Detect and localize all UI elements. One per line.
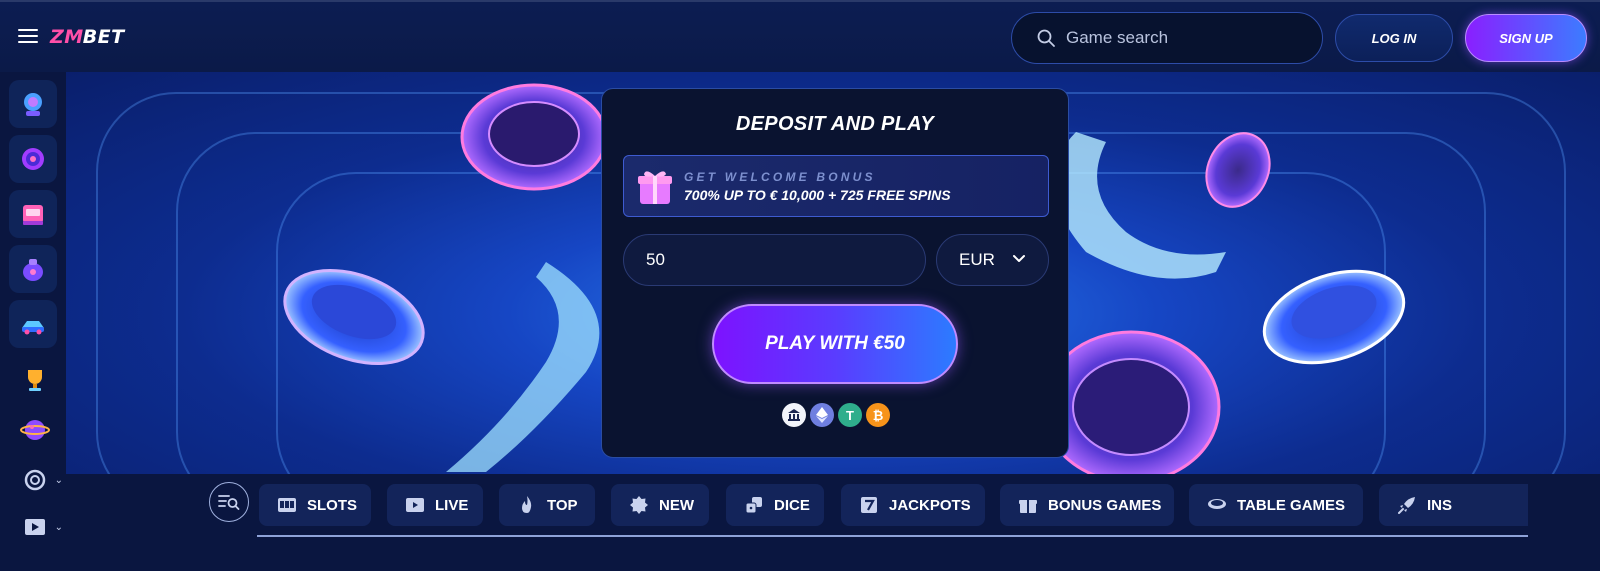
tab-top[interactable]: TOP (499, 484, 595, 526)
live-icon (406, 498, 424, 512)
filter-search-icon[interactable] (209, 482, 249, 522)
tab-ins[interactable]: INS (1379, 484, 1528, 526)
login-button[interactable]: LOG IN (1335, 14, 1453, 62)
tab-label: TABLE GAMES (1237, 496, 1346, 514)
payment-methods: T ₿ (780, 403, 892, 427)
settings-wheel-icon[interactable]: ⌄ (17, 462, 63, 498)
play-video-icon[interactable]: ⌄ (17, 509, 63, 545)
ethereum-icon (810, 403, 834, 427)
dice-icon (745, 497, 762, 514)
logo[interactable]: ZM BET (50, 25, 125, 49)
money-bag-icon[interactable] (9, 245, 57, 293)
bank-icon (782, 403, 806, 427)
play-button[interactable]: PLAY WITH €50 (712, 304, 958, 384)
new-badge-icon (630, 496, 648, 514)
welcome-bonus-banner[interactable]: GET WELCOME BONUS 700% UP TO € 10,000 + … (623, 155, 1049, 217)
tab-bonus-games[interactable]: BONUS GAMES (1000, 484, 1174, 526)
bonus-offer: 700% UP TO € 10,000 + 725 FREE SPINS (684, 187, 951, 203)
signup-button[interactable]: SIGN UP (1465, 14, 1587, 62)
tab-label: DICE (774, 496, 810, 514)
top-bar: ZM BET LOG IN SIGN UP (0, 0, 1600, 72)
menu-icon[interactable] (18, 28, 38, 44)
logo-text: BET (82, 26, 125, 48)
tether-icon: T (838, 403, 862, 427)
deposit-title: DEPOSIT AND PLAY (735, 113, 935, 135)
bitcoin-icon: ₿ (866, 403, 890, 427)
gift-icon (1019, 500, 1037, 513)
tab-label: TOP (547, 496, 578, 514)
currency-value: EUR (959, 250, 995, 269)
tab-table-games[interactable]: TABLE GAMES (1189, 484, 1363, 526)
bonus-label: GET WELCOME BONUS (684, 170, 876, 184)
tab-live[interactable]: LIVE (387, 484, 483, 526)
chevron-down-icon: ⌄ (54, 475, 63, 486)
search-box[interactable] (1011, 12, 1323, 64)
rocket-icon (1398, 497, 1415, 514)
logo-mark: ZM (50, 26, 84, 48)
currency-select[interactable]: EUR (936, 234, 1049, 286)
sidebar: ⌄ ⌄ (0, 72, 66, 571)
amount-field[interactable] (623, 234, 926, 286)
slot-machine-icon[interactable] (9, 190, 57, 238)
tab-label: LIVE (435, 496, 469, 514)
category-bar: SLOTS LIVE TOP NEW DICE JACKPOTS BONUS G… (66, 474, 1600, 571)
crystal-ball-icon[interactable] (9, 80, 57, 128)
tab-new[interactable]: NEW (611, 484, 709, 526)
tab-label: JACKPOTS (889, 496, 971, 514)
gift-icon (638, 171, 672, 204)
tab-label: SLOTS (307, 496, 358, 514)
category-tabs: SLOTS LIVE TOP NEW DICE JACKPOTS BONUS G… (259, 484, 1528, 526)
flame-icon (522, 496, 532, 513)
trophy-icon[interactable] (17, 362, 53, 398)
tab-jackpots[interactable]: JACKPOTS (841, 484, 985, 526)
chevron-down-icon: ⌄ (54, 522, 63, 533)
amount-input[interactable] (646, 250, 896, 270)
slots-icon (278, 498, 296, 512)
tab-dice[interactable]: DICE (726, 484, 824, 526)
chevron-down-icon (1013, 255, 1025, 262)
deposit-card: DEPOSIT AND PLAY GET WELCOME BONUS 700% … (601, 88, 1069, 458)
search-icon (1037, 29, 1055, 47)
seven-icon (861, 497, 877, 513)
tab-label: INS (1427, 496, 1453, 514)
table-icon (1208, 499, 1226, 509)
planet-icon[interactable] (17, 412, 53, 448)
target-icon[interactable] (9, 135, 57, 183)
tab-slots[interactable]: SLOTS (259, 484, 371, 526)
tab-label: NEW (659, 496, 694, 514)
search-input[interactable] (1066, 28, 1306, 48)
tab-label: BONUS GAMES (1048, 496, 1162, 514)
race-car-icon[interactable] (9, 300, 57, 348)
category-scroll-track[interactable] (257, 535, 1528, 537)
